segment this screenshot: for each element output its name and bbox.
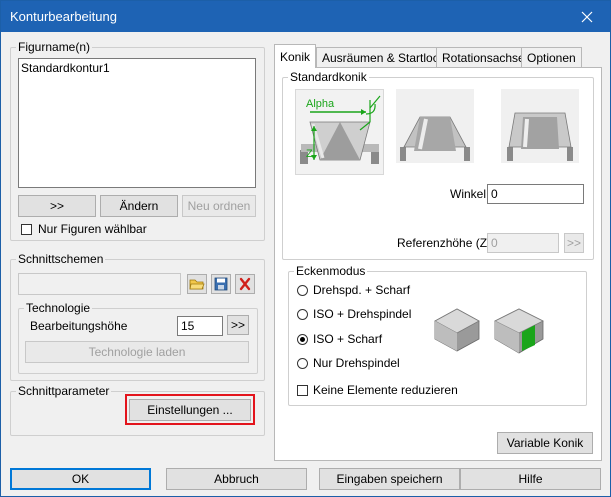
corner-option-label: ISO + Scharf [313, 332, 383, 346]
cut-params-group-label: Schnittparameter [16, 384, 112, 398]
settings-button[interactable]: Einstellungen ... [129, 399, 251, 421]
tab-konik[interactable]: Konik [274, 44, 317, 68]
technology-group-label: Technologie [24, 301, 93, 315]
corner-option-label: ISO + Drehspindel [313, 307, 412, 321]
title-bar: Konturbearbeitung [1, 1, 610, 32]
ref-height-label: Referenzhöhe (Z) [397, 236, 492, 250]
delete-scheme-button[interactable] [235, 274, 255, 294]
konik-shape-2-icon [400, 116, 470, 161]
corner-spindle-icon [494, 308, 544, 354]
list-item[interactable]: Standardkontur1 [21, 61, 110, 75]
tab-options[interactable]: Optionen [521, 47, 582, 67]
corner-sharp-icon [434, 308, 480, 352]
scheme-combobox[interactable] [18, 273, 181, 295]
diagram-z-label: Z [306, 148, 313, 160]
corner-option-radio[interactable] [297, 309, 308, 320]
open-scheme-button[interactable] [187, 274, 207, 294]
ok-button[interactable]: OK [10, 468, 151, 490]
angle-label: Winkel [450, 187, 487, 201]
machining-height-label: Bearbeitungshöhe [30, 319, 128, 333]
corner-option-radio[interactable] [297, 285, 308, 296]
figures-group-label: Figurname(n) [16, 40, 93, 54]
save-scheme-button[interactable] [211, 274, 231, 294]
machining-height-input[interactable]: 15 [177, 316, 223, 336]
change-button[interactable]: Ändern [100, 195, 178, 217]
cancel-button[interactable]: Abbruch [166, 468, 307, 490]
konik-type-3[interactable] [501, 89, 579, 163]
figures-next-button[interactable]: >> [18, 195, 96, 217]
konik-shape-3-icon [507, 112, 573, 161]
help-button[interactable]: Hilfe [460, 468, 601, 490]
corner-option-label: Nur Drehspindel [313, 356, 400, 370]
height-next-button[interactable]: >> [227, 315, 249, 335]
tab-clearing[interactable]: Ausräumen & Startloch [316, 47, 452, 67]
corner-mode-group-label: Eckenmodus [294, 264, 368, 278]
open-folder-icon [189, 279, 205, 290]
figures-listbox[interactable]: Standardkontur1 [18, 58, 256, 188]
window-title: Konturbearbeitung [10, 9, 117, 24]
reduce-elements-checkbox[interactable] [297, 385, 308, 396]
delete-icon [239, 277, 251, 291]
reorder-button[interactable]: Neu ordnen [182, 195, 256, 217]
corner-option-radio[interactable] [297, 358, 308, 369]
diagram-alpha-label: Alpha [306, 98, 335, 110]
variable-konik-button[interactable]: Variable Konik [497, 432, 593, 454]
corner-option-label: Drehspd. + Scharf [313, 283, 411, 297]
close-icon [581, 11, 593, 22]
only-figures-checkbox[interactable] [21, 224, 32, 235]
konik-type-2[interactable] [396, 89, 474, 163]
only-figures-label: Nur Figuren wählbar [38, 222, 147, 236]
konik-type-1[interactable]: Alpha Z [295, 89, 384, 175]
angle-input[interactable]: 0 [487, 184, 584, 204]
tab-rotation[interactable]: Rotationsachse [436, 47, 531, 67]
reduce-elements-label: Keine Elemente reduzieren [313, 383, 458, 397]
corner-option-radio-selected[interactable] [297, 334, 308, 345]
save-icon [214, 277, 228, 291]
load-technology-button[interactable]: Technologie laden [25, 341, 249, 363]
save-inputs-button[interactable]: Eingaben speichern [319, 468, 460, 490]
standard-konik-group-label: Standardkonik [288, 70, 369, 84]
dialog-window: Konturbearbeitung Figurname(n) Standardk… [0, 0, 611, 497]
schemes-group-label: Schnittschemen [16, 252, 106, 266]
ref-height-next-button[interactable]: >> [564, 233, 584, 253]
close-button[interactable] [564, 1, 610, 32]
ref-height-input[interactable]: 0 [487, 233, 559, 253]
